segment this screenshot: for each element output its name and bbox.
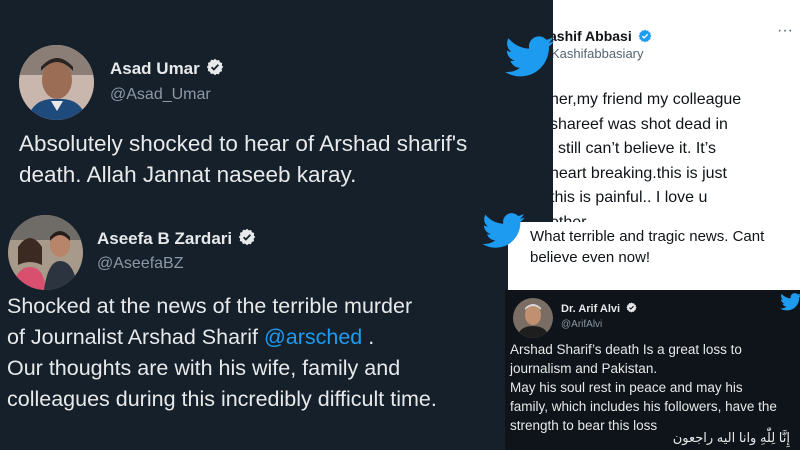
arabic-text: إِنَّا لِلّٰهِ وانا اليه راجعون [672, 430, 790, 445]
verified-badge-icon [206, 58, 224, 81]
tweet-line: Absolutely shocked to hear of Arshad sha… [19, 131, 468, 156]
author-handle[interactable]: @AseefaBZ [97, 255, 184, 273]
tweet-line: this is painful.. I love u [553, 189, 708, 206]
mention-link[interactable]: @arsched [264, 325, 362, 349]
tweet-text: What terrible and tragic news. Cant beli… [530, 226, 764, 268]
tweet-text: Arshad Sharif’s death Is a great loss to… [510, 340, 777, 435]
tweet-card-kashif: ashif Abbasi Kashifabbasiary ··· her,my … [553, 0, 800, 222]
avatar-photo-icon [8, 215, 83, 290]
tweet-line: believe even now! [530, 249, 651, 266]
tweet-line: of Journalist Arshad Sharif @arsched . [7, 325, 375, 349]
author-handle[interactable]: @Asad_Umar [110, 86, 211, 104]
tweet-line: other [553, 213, 587, 223]
tweet-line: journalism and Pakistan. [510, 361, 658, 376]
tweet-card-asad: Asad Umar @Asad_Umar Absolutely shocked … [0, 0, 555, 210]
tweet-line: colleagues during this incredibly diffic… [7, 387, 437, 411]
tweet-line: family, which includes his followers, ha… [510, 399, 777, 414]
twitter-logo-icon [482, 213, 526, 254]
tweet-card-fragment: What terrible and tragic news. Cant beli… [508, 222, 800, 290]
avatar-photo-icon [513, 298, 553, 338]
author-handle[interactable]: Kashifabbasiary [553, 46, 644, 61]
tweet-text: her,my friend my colleague shareef was s… [553, 88, 741, 222]
verified-badge-icon [626, 302, 637, 316]
more-options-icon[interactable]: ··· [777, 22, 793, 40]
author-name[interactable]: ashif Abbasi [553, 28, 652, 46]
tweet-line: l still can’t believe it. It’s [553, 140, 716, 157]
twitter-logo-icon [780, 293, 800, 316]
tweet-text: Shocked at the news of the terrible murd… [7, 291, 437, 415]
avatar[interactable] [8, 215, 83, 290]
author-name[interactable]: Asad Umar [110, 58, 224, 81]
tweet-line: heart breaking.this is just [553, 164, 727, 182]
author-handle[interactable]: @ArifAlvi [561, 319, 602, 330]
tweet-line: Arshad Sharif’s death Is a great loss to [510, 342, 742, 357]
tweet-card-aseefa: Aseefa B Zardari @AseefaBZ Shocked at th… [0, 210, 510, 450]
tweet-line: shareef was shot dead in [553, 115, 728, 133]
author-name[interactable]: Aseefa B Zardari [97, 228, 256, 251]
tweet-line: death. Allah Jannat naseeb karay. [19, 162, 357, 187]
twitter-logo-icon [504, 36, 555, 83]
tweet-line: Shocked at the news of the terrible murd… [7, 294, 413, 318]
author-name[interactable]: Dr. Arif Alvi [561, 302, 637, 316]
verified-badge-icon [638, 29, 652, 46]
tweet-text: Absolutely shocked to hear of Arshad sha… [19, 128, 467, 190]
tweet-card-alvi: Dr. Arif Alvi @ArifAlvi Arshad Sharif’s … [505, 290, 800, 450]
tweet-line: What terrible and tragic news. Cant [530, 228, 765, 245]
tweet-line: her,my friend my colleague [553, 91, 742, 108]
verified-badge-icon [238, 228, 256, 251]
avatar-photo-icon [19, 45, 94, 120]
avatar[interactable] [19, 45, 94, 120]
avatar[interactable] [513, 298, 553, 338]
tweet-line: May his soul rest in peace and may his [510, 380, 743, 395]
tweet-line: Our thoughts are with his wife, family a… [7, 356, 401, 380]
